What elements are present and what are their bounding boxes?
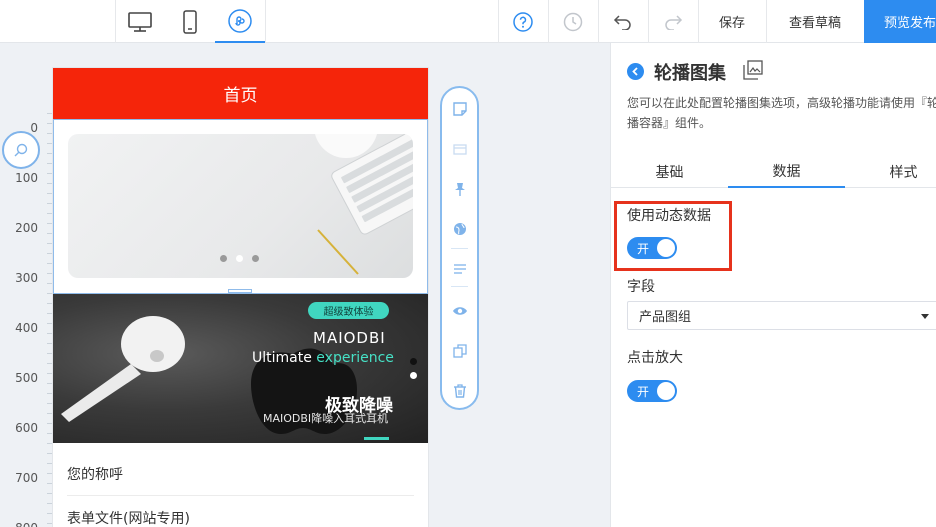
- form-field-label: 表单文件(网站专用): [67, 510, 190, 527]
- banner-dot[interactable]: [410, 372, 417, 379]
- view-draft-button[interactable]: 查看草稿: [766, 0, 864, 43]
- desktop-icon: [128, 11, 152, 32]
- ruler-label: 200: [15, 221, 38, 235]
- note-button[interactable]: [451, 100, 468, 117]
- ruler-label: 100: [15, 171, 38, 185]
- zoom-icon: [14, 143, 28, 157]
- carousel-dot[interactable]: [252, 255, 259, 262]
- tab-data[interactable]: 数据: [728, 155, 845, 188]
- field-select[interactable]: 产品图组: [627, 301, 936, 330]
- eye-icon: [452, 306, 467, 315]
- click-zoom-toggle[interactable]: 开: [627, 380, 677, 402]
- mini-program-icon: [228, 8, 252, 33]
- page-title: 首页: [223, 86, 258, 106]
- banner-brand: MAIODBI: [313, 329, 386, 347]
- ruler-label: 500: [15, 371, 38, 385]
- duplicate-icon: [452, 343, 467, 358]
- dynamic-data-toggle[interactable]: 开: [627, 237, 677, 259]
- ruler-label: 800: [6, 521, 38, 527]
- tab-basic[interactable]: 基础: [611, 155, 728, 188]
- mobile-view-button[interactable]: [165, 0, 215, 43]
- carousel-gallery-block[interactable]: [53, 119, 428, 294]
- toggle-text: 开: [637, 242, 650, 256]
- banner-accent-line: [364, 437, 389, 440]
- field-select-value: 产品图组: [639, 310, 692, 325]
- redo-icon: [665, 14, 683, 30]
- globe-icon: [453, 222, 466, 235]
- tab-style[interactable]: 样式: [845, 155, 936, 188]
- ruler-label: 300: [15, 271, 38, 285]
- carousel-dot[interactable]: [236, 255, 243, 262]
- delete-button[interactable]: [451, 382, 468, 399]
- pin-icon: [454, 182, 465, 196]
- caret-down-icon: [921, 314, 929, 319]
- undo-button[interactable]: [598, 0, 648, 43]
- save-button[interactable]: 保存: [698, 0, 766, 43]
- panel-title: 轮播图集: [654, 63, 726, 84]
- ruler-label: 400: [15, 321, 38, 335]
- history-icon: [563, 12, 583, 31]
- mini-program-view-button[interactable]: [215, 0, 265, 43]
- carousel-slide-image: [68, 134, 413, 278]
- visibility-button[interactable]: [451, 302, 468, 319]
- product-banner: 超级致体验 MAIODBI Ultimate experience 极致降噪 M…: [53, 294, 428, 443]
- gallery-icon: [743, 60, 763, 84]
- note-icon: [452, 101, 467, 116]
- dynamic-data-label: 使用动态数据: [627, 208, 711, 224]
- ruler-label: 600: [15, 421, 38, 435]
- help-button[interactable]: [498, 0, 548, 43]
- chevron-left-icon: [632, 67, 638, 76]
- toggle-knob: [657, 382, 675, 400]
- copy-style-button[interactable]: [451, 140, 468, 157]
- form-field-label: 您的称呼: [67, 467, 123, 483]
- panel-description: 您可以在此处配置轮播图集选项，高级轮播功能请使用『轮播容器』组件。: [627, 96, 936, 130]
- panel-tabs: 基础 数据 样式: [611, 155, 936, 188]
- properties-panel: 轮播图集 您可以在此处配置轮播图集选项，高级轮播功能请使用『轮播容器』组件。 基…: [610, 43, 936, 527]
- top-toolbar: 保存 查看草稿 预览发布: [0, 0, 936, 43]
- globe-button[interactable]: [451, 220, 468, 237]
- align-button[interactable]: [451, 260, 468, 277]
- form-field-name[interactable]: 您的称呼: [67, 453, 414, 496]
- help-icon: [513, 11, 533, 32]
- banner-tagline: Ultimate experience: [252, 350, 394, 366]
- history-button[interactable]: [548, 0, 598, 43]
- carousel-dots: [220, 255, 259, 262]
- ruler-label: 700: [15, 471, 38, 485]
- field-label: 字段: [627, 279, 655, 295]
- carousel-dot[interactable]: [220, 255, 227, 262]
- trash-icon: [453, 383, 466, 398]
- click-zoom-label: 点击放大: [627, 350, 683, 366]
- tool-divider: [451, 248, 468, 249]
- toolbar-divider: [265, 0, 266, 43]
- duplicate-button[interactable]: [451, 342, 468, 359]
- zoom-button[interactable]: [2, 131, 40, 169]
- toggle-knob: [657, 239, 675, 257]
- desktop-view-button[interactable]: [115, 0, 165, 43]
- resize-handle[interactable]: [228, 289, 252, 293]
- copy-style-icon: [452, 143, 467, 155]
- align-icon: [453, 263, 466, 274]
- form-field-file[interactable]: 表单文件(网站专用): [67, 496, 414, 527]
- back-button[interactable]: [627, 63, 644, 80]
- preview-publish-button[interactable]: 预览发布: [864, 0, 936, 43]
- banner-badge: 超级致体验: [308, 302, 389, 319]
- phone-preview: 首页 超级致体验 MAIODBI Ultimate experience 极致降…: [53, 68, 428, 527]
- tagline-highlight: experience: [316, 350, 394, 366]
- block-tools: [440, 86, 479, 410]
- banner-dot[interactable]: [410, 358, 417, 365]
- tool-divider: [451, 286, 468, 287]
- redo-button[interactable]: [648, 0, 698, 43]
- toggle-text: 开: [637, 385, 650, 399]
- banner-subtitle: MAIODBI降噪入耳式耳机: [263, 412, 389, 425]
- page-header: 首页: [53, 68, 428, 119]
- pin-button[interactable]: [451, 180, 468, 197]
- mobile-icon: [183, 9, 197, 34]
- undo-icon: [613, 14, 631, 30]
- tagline-prefix: Ultimate: [252, 350, 312, 366]
